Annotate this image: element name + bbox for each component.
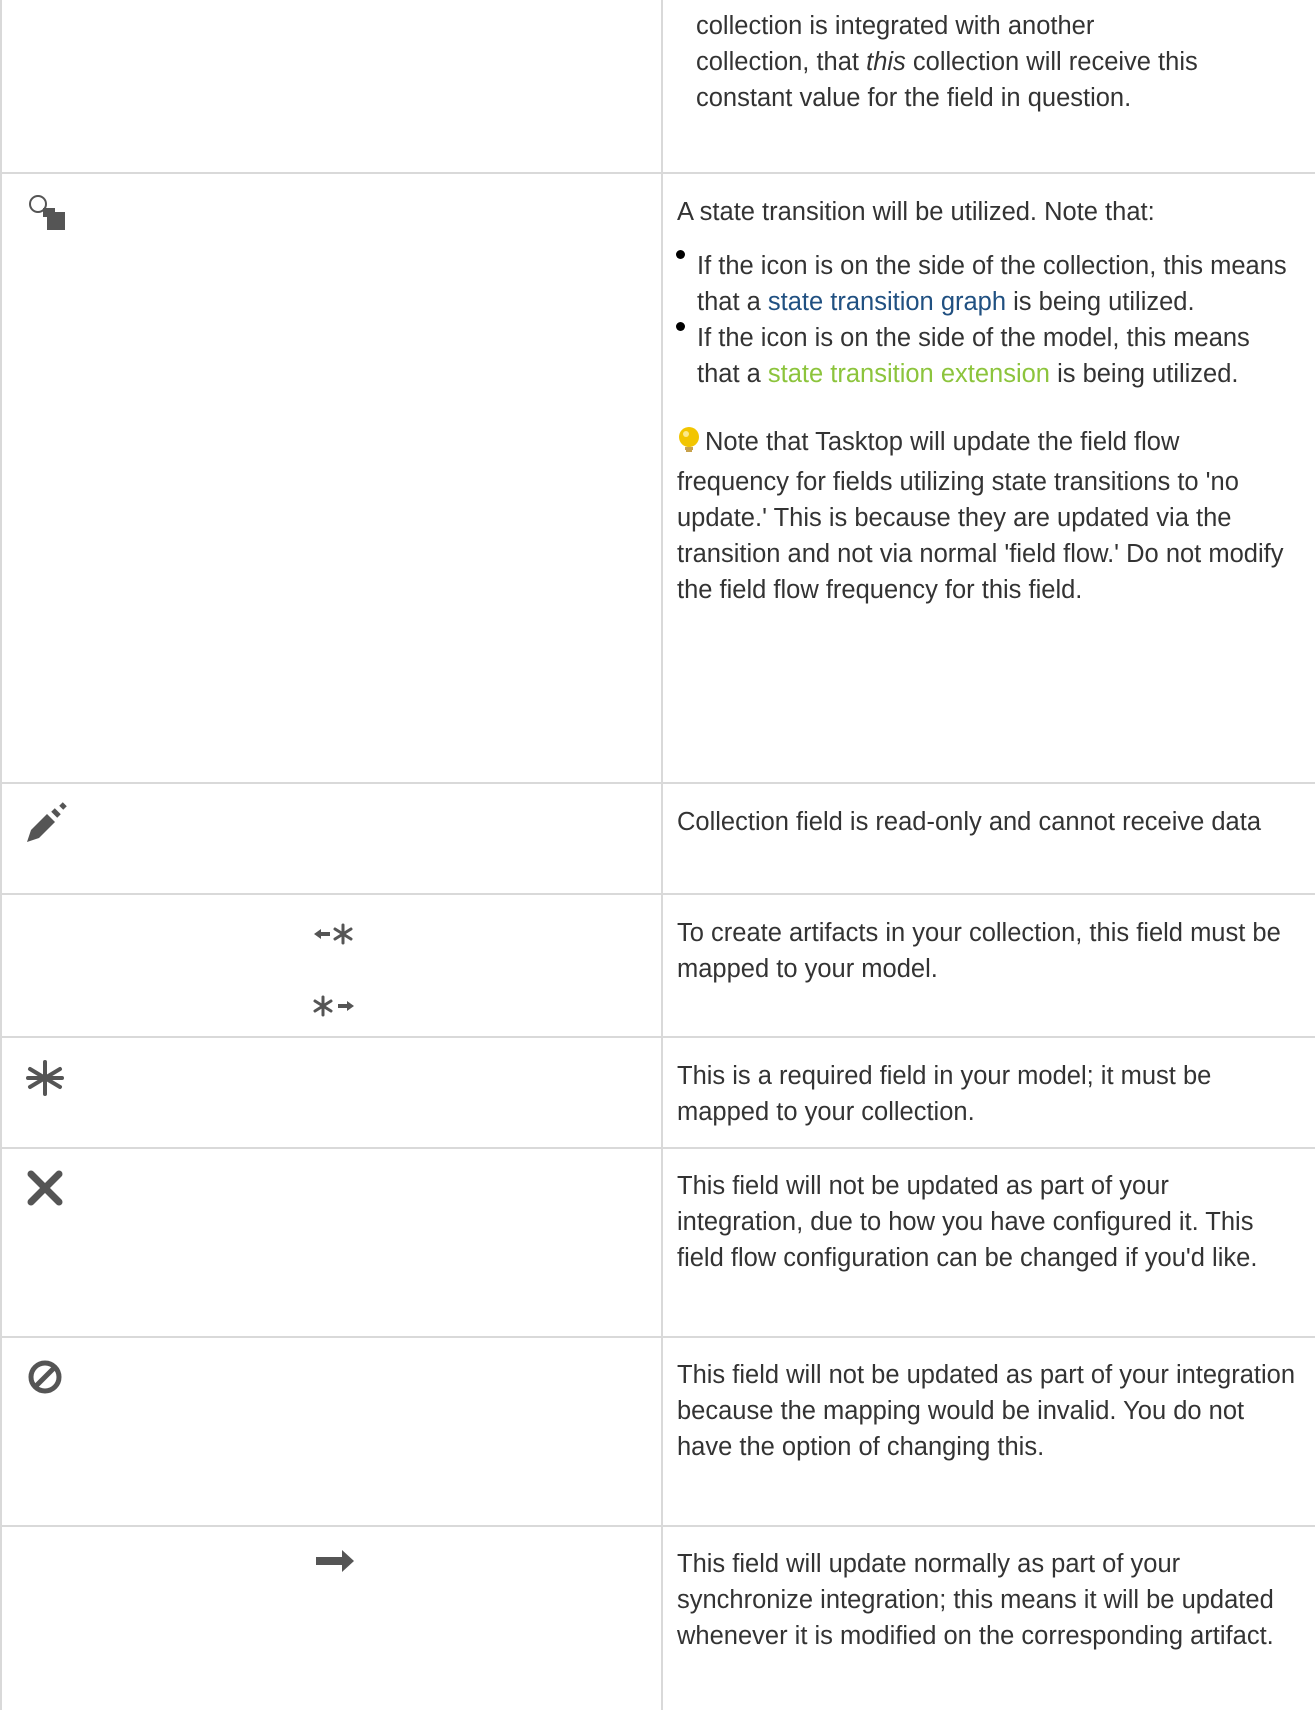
state-transition-description: A state transition will be utilized. Not…	[676, 194, 1297, 608]
row-divider	[0, 782, 1315, 784]
row-divider	[0, 1336, 1315, 1338]
required-field-description: This is a required field in your model; …	[677, 1062, 1212, 1126]
bullet-icon	[676, 322, 685, 331]
state-transition-graph-link[interactable]: state transition graph	[768, 288, 1006, 316]
state-transition-intro: A state transition will be utilized. Not…	[677, 198, 1155, 226]
asterisk-icon	[25, 1058, 65, 1108]
table-border-left	[0, 0, 2, 1710]
arrow-right-icon	[312, 1546, 356, 1586]
not-updated-config-description: This field will not be updated as part o…	[677, 1172, 1258, 1272]
list-item: If the icon is on the side of the collec…	[676, 248, 1297, 320]
row-divider	[0, 1147, 1315, 1149]
constant-value-description: collection is integrated with another co…	[696, 12, 1198, 112]
row-divider	[0, 893, 1315, 895]
bullet-icon	[676, 250, 685, 259]
pencil-slash-icon	[23, 802, 67, 856]
read-only-description: Collection field is read-only and cannot…	[677, 808, 1262, 836]
asterisk-arrow-right-icon	[312, 992, 356, 1028]
lightbulb-icon	[677, 426, 701, 464]
table-column-divider	[661, 0, 663, 1710]
row-divider	[0, 1525, 1315, 1527]
state-transition-extension-link[interactable]: state transition extension	[768, 360, 1050, 388]
state-transition-bullets: If the icon is on the side of the collec…	[676, 248, 1297, 392]
prohibited-icon	[25, 1357, 65, 1407]
update-normally-description: This field will update normally as part …	[677, 1550, 1274, 1650]
row-divider	[0, 172, 1315, 174]
row-divider	[0, 1036, 1315, 1038]
create-artifacts-description: To create artifacts in your collection, …	[677, 919, 1281, 983]
x-icon	[25, 1168, 65, 1218]
not-updated-invalid-description: This field will not be updated as part o…	[677, 1361, 1296, 1461]
list-item: If the icon is on the side of the model,…	[676, 320, 1297, 392]
state-transition-icon	[25, 192, 69, 242]
arrow-left-asterisk-icon	[312, 920, 356, 956]
state-transition-note: Note that Tasktop will update the field …	[677, 426, 1284, 604]
